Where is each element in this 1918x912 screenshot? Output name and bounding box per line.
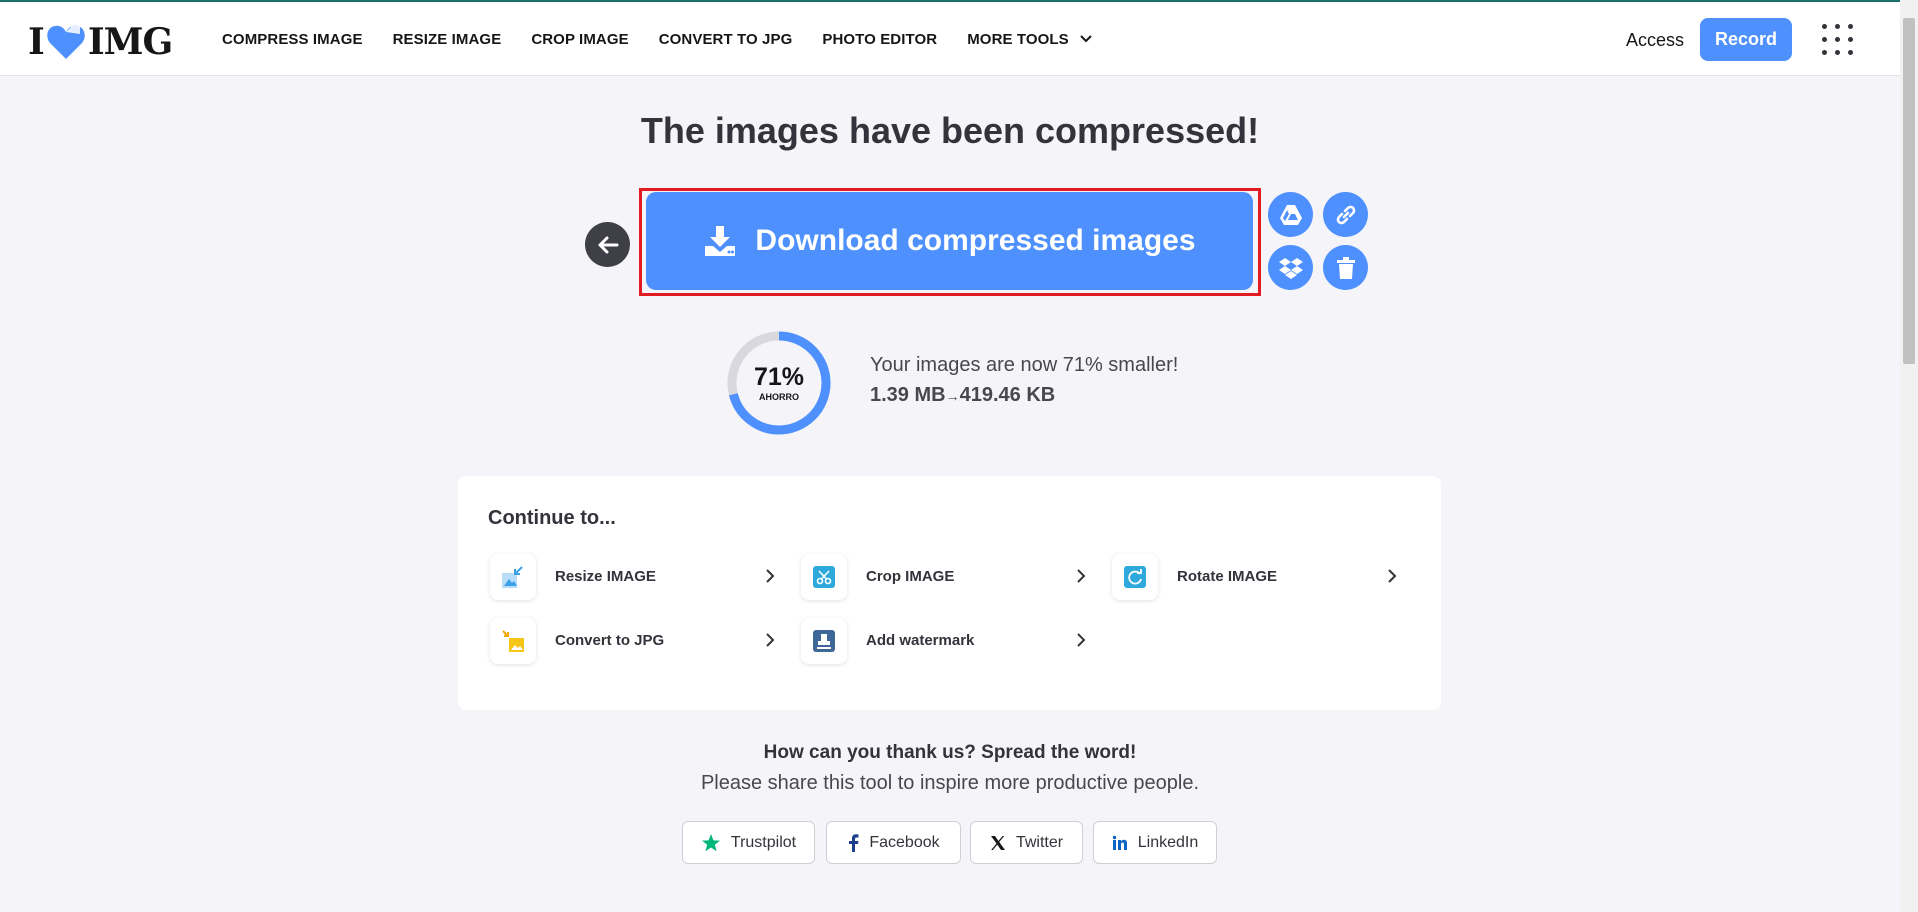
link-icon (1336, 205, 1355, 224)
chevron-right-icon (1077, 633, 1086, 647)
tool-resize-image[interactable]: Resize IMAGE (490, 552, 790, 604)
savings-donut (727, 331, 831, 435)
facebook-button[interactable]: Facebook (826, 821, 961, 864)
record-button[interactable]: Record (1700, 18, 1792, 61)
access-link[interactable]: Access (1626, 30, 1684, 51)
tool-convert-to-jpg[interactable]: Convert to JPG (490, 616, 790, 668)
google-drive-icon (1279, 204, 1302, 225)
share-subtitle: Please share this tool to inspire more p… (700, 772, 1200, 794)
x-twitter-icon (990, 835, 1005, 850)
linkedin-icon (1112, 835, 1127, 850)
dropbox-button[interactable] (1268, 245, 1313, 290)
resize-icon (490, 554, 536, 600)
trustpilot-button[interactable]: Trustpilot (682, 821, 815, 864)
result-size: 1.39 MB→419.46 KB (870, 384, 1055, 407)
watermark-icon (801, 618, 847, 664)
download-icon (705, 226, 736, 256)
tool-label: Resize IMAGE (555, 568, 656, 585)
download-compressed-button[interactable]: Download compressed images (646, 192, 1253, 290)
main-nav: COMPRESS IMAGE RESIZE IMAGE CROP IMAGE C… (222, 2, 1123, 76)
facebook-label: Facebook (869, 833, 940, 851)
twitter-button[interactable]: Twitter (970, 821, 1083, 864)
nav-crop-image[interactable]: CROP IMAGE (531, 31, 628, 48)
size-arrow: → (945, 388, 960, 404)
arrow-left-icon (598, 236, 618, 253)
logo-text-left: I (28, 21, 45, 63)
tool-rotate-image[interactable]: Rotate IMAGE (1112, 552, 1412, 604)
logo[interactable]: I IMG (28, 21, 173, 63)
google-drive-button[interactable] (1268, 192, 1313, 237)
page-title: The images have been compressed! (640, 110, 1260, 151)
chevron-right-icon (1388, 569, 1397, 583)
nav-photo-editor[interactable]: PHOTO EDITOR (822, 31, 937, 48)
continue-title: Continue to... (488, 507, 616, 529)
nav-resize-image[interactable]: RESIZE IMAGE (393, 31, 502, 48)
chevron-down-icon (1080, 35, 1092, 43)
linkedin-button[interactable]: LinkedIn (1093, 821, 1217, 864)
crop-icon (801, 554, 847, 600)
twitter-label: Twitter (1015, 833, 1064, 851)
size-before: 1.39 MB (870, 384, 946, 406)
logo-text-right: IMG (87, 21, 173, 63)
scrollbar[interactable] (1900, 0, 1918, 912)
result-text: Your images are now 71% smaller! (870, 354, 1179, 376)
nav-more-tools[interactable]: MORE TOOLS (967, 31, 1093, 48)
tool-label: Add watermark (866, 632, 975, 649)
copy-link-button[interactable] (1323, 192, 1368, 237)
trash-icon (1336, 256, 1355, 279)
tool-crop-image[interactable]: Crop IMAGE (801, 552, 1101, 604)
nav-convert-to-jpg[interactable]: CONVERT TO JPG (659, 31, 793, 48)
chevron-right-icon (766, 569, 775, 583)
dropbox-icon (1278, 257, 1303, 279)
linkedin-label: LinkedIn (1137, 833, 1199, 851)
header: I IMG COMPRESS IMAGE RESIZE IMAGE CROP I… (0, 2, 1900, 76)
facebook-icon (849, 833, 859, 852)
tool-add-watermark[interactable]: Add watermark (801, 616, 1101, 668)
size-after: 419.46 KB (959, 384, 1056, 406)
convert-jpg-icon (490, 618, 536, 664)
trustpilot-label: Trustpilot (730, 833, 797, 851)
scrollbar-thumb[interactable] (1903, 18, 1915, 364)
star-icon (701, 833, 720, 851)
tool-label: Rotate IMAGE (1177, 568, 1278, 585)
back-button[interactable] (585, 222, 630, 267)
thank-heading: How can you thank us? Spread the word! (763, 742, 1137, 763)
rotate-icon (1112, 554, 1158, 600)
nav-compress-image[interactable]: COMPRESS IMAGE (222, 31, 363, 48)
tool-label: Crop IMAGE (866, 568, 955, 585)
nav-more-tools-label: MORE TOOLS (967, 30, 1069, 48)
continue-card: Continue to... Resize IMAGE Crop IMAGE R… (458, 476, 1441, 710)
delete-button[interactable] (1323, 245, 1368, 290)
download-label: Download compressed images (755, 224, 1196, 257)
tool-label: Convert to JPG (555, 632, 665, 649)
heart-logo-icon (47, 25, 85, 60)
apps-grid-icon[interactable] (1822, 24, 1854, 56)
chevron-right-icon (766, 633, 775, 647)
chevron-right-icon (1077, 569, 1086, 583)
